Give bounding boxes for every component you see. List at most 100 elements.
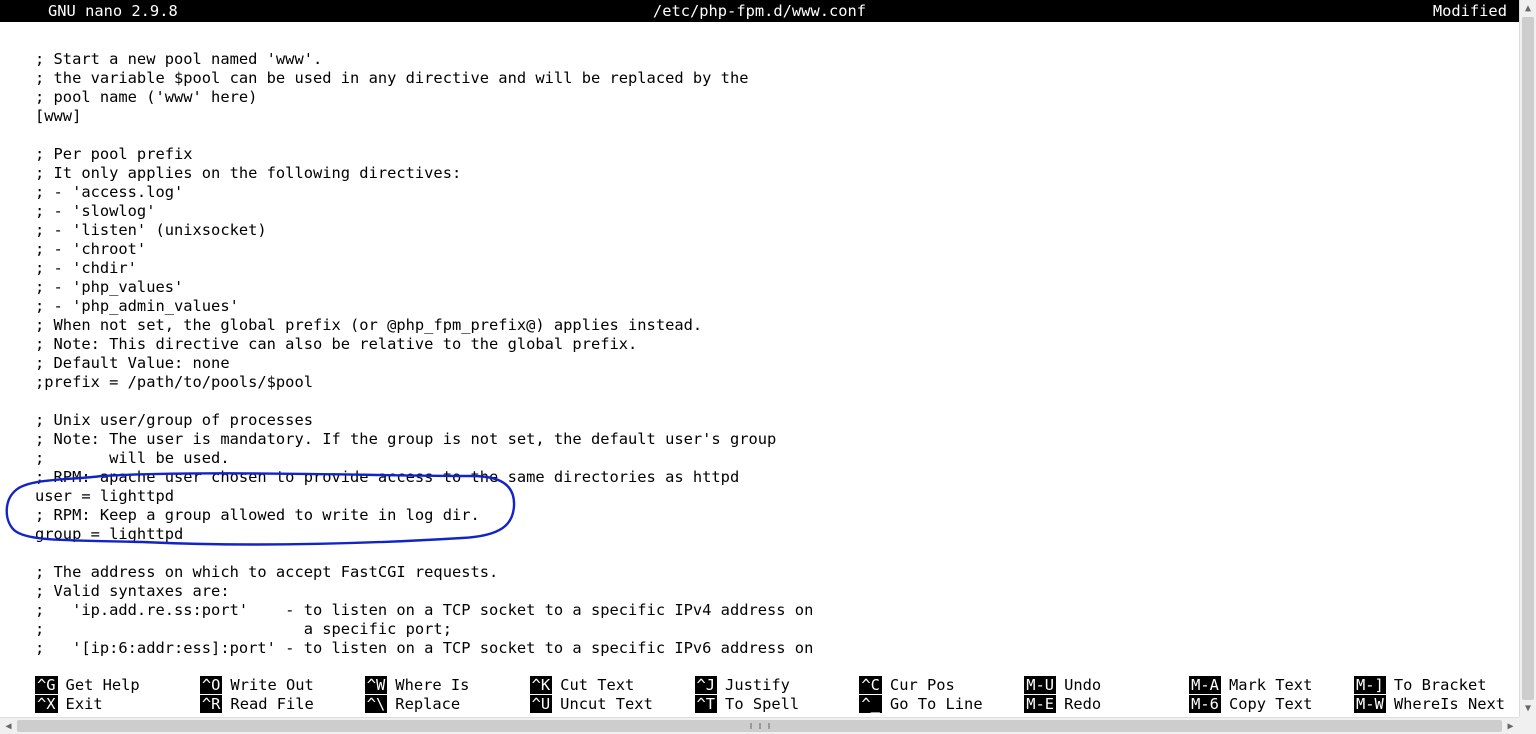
file-path: /etc/php-fpm.d/www.conf (503, 0, 1015, 22)
vertical-scrollbar[interactable]: ▲ ▼ (1519, 0, 1536, 717)
file-line: ; - 'php_admin_values' (35, 297, 1519, 316)
file-line (35, 126, 1519, 145)
file-line: ; Per pool prefix (35, 145, 1519, 164)
shortcut-label: Go To Line (890, 695, 983, 713)
shortcut-label: Write Out (230, 676, 313, 694)
shortcut-item: ^U Uncut Text (530, 694, 695, 713)
nano-editor[interactable]: GNU nano 2.9.8 /etc/php-fpm.d/www.conf M… (0, 0, 1519, 717)
file-line: ; will be used. (35, 449, 1519, 468)
file-line: ; - 'php_values' (35, 278, 1519, 297)
file-line: ; Start a new pool named 'www'. (35, 50, 1519, 69)
shortcut-key: ^R (200, 695, 223, 713)
shortcut-item: M-W WhereIs Next (1354, 694, 1519, 713)
file-line: ; - 'listen' (unixsocket) (35, 221, 1519, 240)
file-line: ; pool name ('www' here) (35, 88, 1519, 107)
shortcut-key: M-A (1189, 676, 1221, 694)
file-line: ; - 'access.log' (35, 183, 1519, 202)
file-line: ; RPM: Keep a group allowed to write in … (35, 506, 1519, 525)
shortcut-label: Uncut Text (560, 695, 653, 713)
shortcut-item: ^G Get Help (35, 675, 200, 694)
shortcut-item: ^_ Go To Line (859, 694, 1024, 713)
file-status: Modified (1016, 0, 1513, 22)
shortcut-label: To Bracket (1394, 676, 1487, 694)
shortcut-label: WhereIs Next (1394, 695, 1505, 713)
shortcut-key: ^_ (859, 695, 882, 713)
shortcut-item: M-] To Bracket (1354, 675, 1519, 694)
file-line: ; Default Value: none (35, 354, 1519, 373)
scroll-left-icon[interactable]: ◀ (0, 718, 17, 734)
shortcut-key: M-] (1354, 676, 1386, 694)
shortcut-item: M-A Mark Text (1189, 675, 1354, 694)
shortcut-item: ^W Where Is (365, 675, 530, 694)
scrollbar-corner (1519, 717, 1536, 734)
file-line: ; Valid syntaxes are: (35, 582, 1519, 601)
file-line: ; - 'chroot' (35, 240, 1519, 259)
file-line: ; Note: This directive can also be relat… (35, 335, 1519, 354)
title-bar: GNU nano 2.9.8 /etc/php-fpm.d/www.conf M… (0, 0, 1519, 22)
shortcut-label: Get Help (66, 676, 140, 694)
file-line: ;prefix = /path/to/pools/$pool (35, 373, 1519, 392)
shortcut-key: ^K (530, 676, 553, 694)
shortcut-key: ^O (200, 676, 223, 694)
shortcut-key: ^C (859, 676, 882, 694)
file-line: ; 'ip.add.re.ss:port' - to listen on a T… (35, 601, 1519, 620)
file-line: [www] (35, 107, 1519, 126)
shortcut-key: M-E (1024, 695, 1056, 713)
shortcut-bar: ^G Get Help ^O Write Out ^W Where Is ^KCut Tex… (0, 675, 1519, 717)
shortcut-item: M-E Redo (1024, 694, 1189, 713)
shortcut-item: ^T To Spell (695, 694, 860, 713)
file-line (35, 544, 1519, 563)
file-line (35, 31, 1519, 50)
file-line (35, 392, 1519, 411)
shortcut-item: ^X Exit (35, 694, 200, 713)
hscroll-thumb[interactable] (17, 720, 1502, 732)
file-line: ; Note: The user is mandatory. If the gr… (35, 430, 1519, 449)
shortcut-key: ^J (695, 676, 718, 694)
shortcut-item: ^KCut Text (530, 675, 695, 694)
shortcut-key: ^U (530, 695, 553, 713)
shortcut-key: ^X (35, 695, 58, 713)
file-line: ; The address on which to accept FastCGI… (35, 563, 1519, 582)
file-line: ; a specific port; (35, 620, 1519, 639)
shortcut-key: ^G (35, 676, 58, 694)
shortcut-key: M-6 (1189, 695, 1221, 713)
file-line: ; '[ip:6:addr:ess]:port' - to listen on … (35, 639, 1519, 658)
vscroll-thumb[interactable] (1522, 17, 1534, 700)
shortcut-label: Copy Text (1229, 695, 1312, 713)
shortcut-key: ^W (365, 676, 388, 694)
shortcut-item: M-UUndo (1024, 675, 1189, 694)
file-line: ; Unix user/group of processes (35, 411, 1519, 430)
shortcut-label: Cur Pos (890, 676, 955, 694)
file-line: user = lighttpd (35, 487, 1519, 506)
shortcut-key: M-W (1354, 695, 1386, 713)
shortcut-label: Read File (230, 695, 313, 713)
shortcut-label: Where Is (395, 676, 469, 694)
shortcut-label: Redo (1064, 695, 1101, 713)
shortcut-item: ^J Justify (695, 675, 860, 694)
file-line: ; - 'slowlog' (35, 202, 1519, 221)
file-line: ; - 'chdir' (35, 259, 1519, 278)
shortcut-key: ^T (695, 695, 718, 713)
file-line: group = lighttpd (35, 525, 1519, 544)
file-line: ; the variable $pool can be used in any … (35, 69, 1519, 88)
shortcut-item: ^R Read File (200, 694, 365, 713)
shortcut-key: M-U (1024, 676, 1056, 694)
file-line: ; It only applies on the following direc… (35, 164, 1519, 183)
shortcut-key: ^\ (365, 695, 388, 713)
shortcut-item: ^\ Replace (365, 694, 530, 713)
shortcut-label: Mark Text (1229, 676, 1312, 694)
file-line: ; When not set, the global prefix (or @p… (35, 316, 1519, 335)
editor-content[interactable]: ; Start a new pool named 'www'.; the var… (0, 22, 1519, 657)
shortcut-label: Justify (725, 676, 790, 694)
horizontal-scrollbar[interactable]: ◀ ▶ (0, 717, 1519, 734)
scroll-right-icon[interactable]: ▶ (1502, 718, 1519, 734)
shortcut-label: Exit (66, 695, 103, 713)
app-name: GNU nano 2.9.8 (6, 0, 503, 22)
scroll-down-icon[interactable]: ▼ (1520, 700, 1536, 717)
shortcut-label: To Spell (725, 695, 799, 713)
shortcut-item: ^C Cur Pos (859, 675, 1024, 694)
shortcut-item: M-6 Copy Text (1189, 694, 1354, 713)
shortcut-item: ^O Write Out (200, 675, 365, 694)
scroll-up-icon[interactable]: ▲ (1520, 0, 1536, 17)
shortcut-label: Replace (395, 695, 460, 713)
